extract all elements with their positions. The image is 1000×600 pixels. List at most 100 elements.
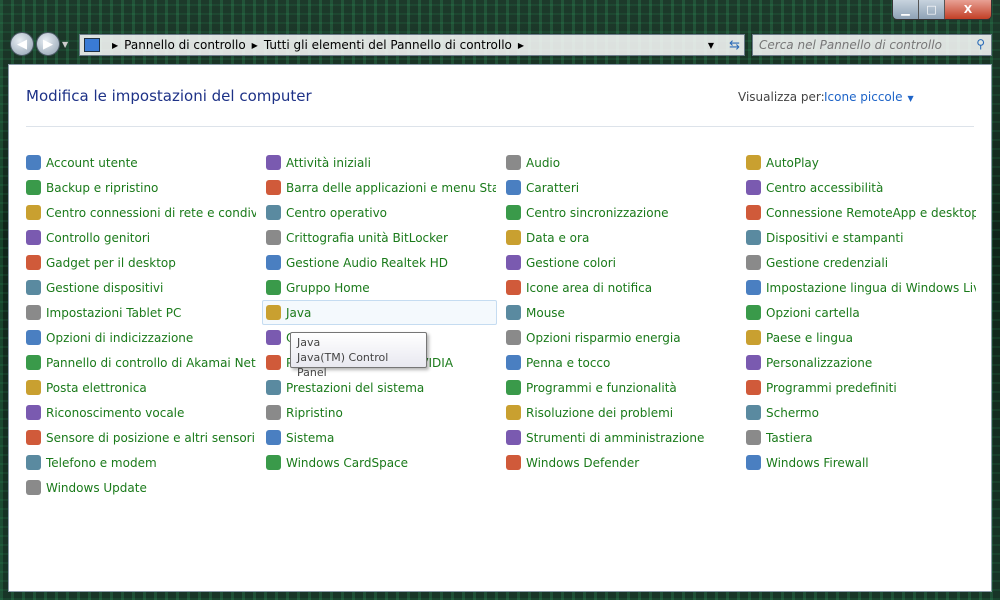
control-panel-item[interactable]: Posta elettronica bbox=[22, 375, 257, 400]
search-icon[interactable]: ⚲ bbox=[976, 37, 985, 51]
control-panel-item[interactable]: Opzioni cartella bbox=[742, 300, 977, 325]
control-panel-item[interactable]: Centro accessibilità bbox=[742, 175, 977, 200]
control-panel-item[interactable]: Centro operativo bbox=[262, 200, 497, 225]
control-panel-item[interactable]: Riconoscimento vocale bbox=[22, 400, 257, 425]
control-panel-item[interactable]: Personalizzazione bbox=[742, 350, 977, 375]
item-column: Audio Caratteri Centro sincronizzazione Dat… bbox=[502, 150, 737, 475]
control-panel-item-icon bbox=[746, 205, 761, 220]
control-panel-item-icon bbox=[506, 355, 521, 370]
control-panel-item-icon bbox=[26, 430, 41, 445]
divider bbox=[26, 126, 974, 127]
minimize-button[interactable]: ▁ bbox=[893, 0, 919, 19]
control-panel-item[interactable]: AutoPlay bbox=[742, 150, 977, 175]
control-panel-item[interactable]: Impostazione lingua di Windows Live bbox=[742, 275, 977, 300]
control-panel-item[interactable]: Audio bbox=[502, 150, 737, 175]
control-panel-item[interactable]: Windows CardSpace bbox=[262, 450, 497, 475]
control-panel-item[interactable]: Windows Firewall bbox=[742, 450, 977, 475]
control-panel-item-label: Gestione colori bbox=[526, 255, 616, 270]
control-panel-item[interactable]: Pannello di controllo di Akamai NetS... bbox=[22, 350, 257, 375]
address-dropdown-icon[interactable]: ▼ bbox=[708, 41, 714, 50]
recent-pages-dropdown-icon[interactable]: ▼ bbox=[62, 40, 68, 49]
control-panel-item[interactable]: Sensore di posizione e altri sensori bbox=[22, 425, 257, 450]
control-panel-item-icon bbox=[506, 205, 521, 220]
control-panel-item[interactable]: Gestione credenziali bbox=[742, 250, 977, 275]
control-panel-item[interactable]: Gadget per il desktop bbox=[22, 250, 257, 275]
control-panel-item-label: Schermo bbox=[766, 405, 819, 420]
control-panel-item[interactable]: Barra delle applicazioni e menu Start bbox=[262, 175, 497, 200]
control-panel-item[interactable]: Dispositivi e stampanti bbox=[742, 225, 977, 250]
control-panel-item[interactable]: Mouse bbox=[502, 300, 737, 325]
control-panel-item[interactable]: Opzioni risparmio energia bbox=[502, 325, 737, 350]
control-panel-item-label: Data e ora bbox=[526, 230, 590, 245]
control-panel-item[interactable]: Gestione colori bbox=[502, 250, 737, 275]
control-panel-item[interactable]: Centro sincronizzazione bbox=[502, 200, 737, 225]
control-panel-item[interactable]: Gruppo Home bbox=[262, 275, 497, 300]
control-panel-item[interactable]: Centro connessioni di rete e condivis... bbox=[22, 200, 257, 225]
control-panel-item[interactable]: Icone area di notifica bbox=[502, 275, 737, 300]
forward-button[interactable]: ▶ bbox=[36, 32, 60, 56]
control-panel-item[interactable]: Gestione dispositivi bbox=[22, 275, 257, 300]
control-panel-item[interactable]: Tastiera bbox=[742, 425, 977, 450]
control-panel-item-icon bbox=[506, 455, 521, 470]
control-panel-item[interactable]: Windows Update bbox=[22, 475, 257, 500]
breadcrumb-separator-icon[interactable]: ▶ bbox=[518, 41, 524, 50]
control-panel-item-icon bbox=[266, 255, 281, 270]
control-panel-item-icon bbox=[266, 405, 281, 420]
control-panel-item-icon bbox=[746, 330, 761, 345]
control-panel-item[interactable]: Schermo bbox=[742, 400, 977, 425]
control-panel-item[interactable]: Strumenti di amministrazione bbox=[502, 425, 737, 450]
control-panel-item[interactable]: Crittografia unità BitLocker bbox=[262, 225, 497, 250]
control-panel-item-label: Mouse bbox=[526, 305, 565, 320]
control-panel-item[interactable]: Impostazioni Tablet PC bbox=[22, 300, 257, 325]
breadcrumb-item[interactable]: Tutti gli elementi del Pannello di contr… bbox=[264, 38, 512, 52]
control-panel-item[interactable]: Telefono e modem bbox=[22, 450, 257, 475]
control-panel-item[interactable]: Opzioni di indicizzazione bbox=[22, 325, 257, 350]
control-panel-item[interactable]: Windows Defender bbox=[502, 450, 737, 475]
close-button[interactable]: X bbox=[945, 0, 991, 19]
control-panel-item-label: Opzioni di indicizzazione bbox=[46, 330, 194, 345]
maximize-button[interactable]: □ bbox=[919, 0, 945, 19]
control-panel-item-icon bbox=[506, 305, 521, 320]
refresh-icon[interactable]: ⇆ bbox=[729, 38, 740, 53]
control-panel-item[interactable]: Programmi predefiniti bbox=[742, 375, 977, 400]
breadcrumb-separator-icon[interactable]: ▶ bbox=[252, 41, 258, 50]
control-panel-item[interactable]: Java bbox=[262, 300, 497, 325]
control-panel-item[interactable]: Controllo genitori bbox=[22, 225, 257, 250]
control-panel-item[interactable]: Paese e lingua bbox=[742, 325, 977, 350]
control-panel-item-icon bbox=[746, 430, 761, 445]
control-panel-item[interactable]: Data e ora bbox=[502, 225, 737, 250]
control-panel-item-label: Opzioni cartella bbox=[766, 305, 860, 320]
control-panel-item-icon bbox=[26, 180, 41, 195]
control-panel-item[interactable]: Backup e ripristino bbox=[22, 175, 257, 200]
control-panel-item-icon bbox=[506, 230, 521, 245]
control-panel-item[interactable]: Programmi e funzionalità bbox=[502, 375, 737, 400]
control-panel-item[interactable]: Gestione Audio Realtek HD bbox=[262, 250, 497, 275]
control-panel-item[interactable]: Caratteri bbox=[502, 175, 737, 200]
control-panel-item[interactable]: Penna e tocco bbox=[502, 350, 737, 375]
control-panel-item-icon bbox=[746, 405, 761, 420]
breadcrumb-item[interactable]: Pannello di controllo bbox=[124, 38, 246, 52]
search-input[interactable]: Cerca nel Pannello di controllo ⚲ bbox=[752, 34, 992, 56]
control-panel-item-label: Riconoscimento vocale bbox=[46, 405, 185, 420]
control-panel-item[interactable]: Risoluzione dei problemi bbox=[502, 400, 737, 425]
control-panel-item-label: Dispositivi e stampanti bbox=[766, 230, 904, 245]
breadcrumb-separator-icon[interactable]: ▶ bbox=[112, 41, 118, 50]
back-button[interactable]: ◀ bbox=[10, 32, 34, 56]
control-panel-item-label: Personalizzazione bbox=[766, 355, 873, 370]
control-panel-item-label: Paese e lingua bbox=[766, 330, 853, 345]
control-panel-item[interactable]: Account utente bbox=[22, 150, 257, 175]
control-panel-item-icon bbox=[26, 405, 41, 420]
window-controls: ▁ □ X bbox=[892, 0, 992, 20]
control-panel-item[interactable]: Sistema bbox=[262, 425, 497, 450]
control-panel-item-label: Centro accessibilità bbox=[766, 180, 884, 195]
control-panel-item-label: Account utente bbox=[46, 155, 138, 170]
control-panel-item[interactable]: Attività iniziali bbox=[262, 150, 497, 175]
view-by-dropdown[interactable]: Icone piccole ▼ bbox=[824, 90, 914, 104]
control-panel-item-label: AutoPlay bbox=[766, 155, 819, 170]
view-by-label: Visualizza per: bbox=[738, 90, 825, 104]
control-panel-item[interactable]: Ripristino bbox=[262, 400, 497, 425]
control-panel-item[interactable]: Connessione RemoteApp e desktop bbox=[742, 200, 977, 225]
control-panel-item-label: Gestione Audio Realtek HD bbox=[286, 255, 449, 270]
control-panel-item-label: Barra delle applicazioni e menu Start bbox=[286, 180, 497, 195]
address-bar[interactable]: ▶ Pannello di controllo ▶ Tutti gli element… bbox=[79, 34, 745, 56]
